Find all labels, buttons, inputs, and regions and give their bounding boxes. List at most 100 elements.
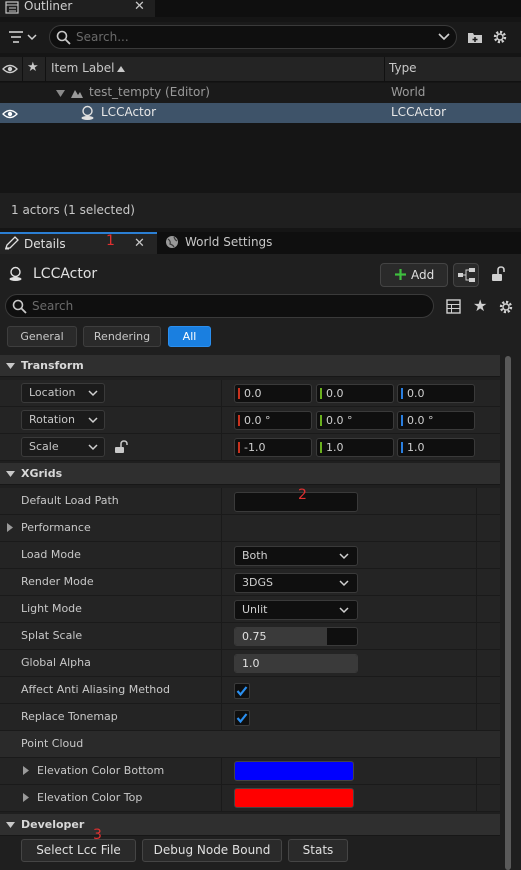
select-lcc-file-button[interactable]: Select Lcc File (21, 839, 136, 862)
visibility-eye-icon[interactable] (2, 108, 18, 120)
details-tab-bar: Details ✕ World Settings (0, 232, 521, 254)
close-icon[interactable]: ✕ (134, 0, 145, 14)
section-title: XGrids (21, 467, 63, 480)
annotation-marker-2: 2 (298, 487, 307, 503)
rotation-x-field[interactable]: 0.0 ° (234, 411, 312, 430)
global-alpha-slider[interactable]: 1.0 (234, 654, 358, 673)
chevron-down-icon (339, 580, 349, 587)
scale-z-field[interactable]: 1.0 (397, 438, 475, 457)
table-view-icon[interactable] (446, 299, 461, 314)
tab-details[interactable]: Details ✕ (0, 232, 157, 254)
scale-x-field[interactable]: -1.0 (234, 438, 312, 457)
filter-icon[interactable] (7, 29, 37, 45)
pencil-icon (4, 236, 19, 250)
section-xgrids[interactable]: XGrids (0, 463, 500, 485)
chevron-down-icon[interactable] (438, 33, 450, 41)
pin-star-icon[interactable]: ★ (27, 60, 39, 75)
outliner-column-header: ★ Item Label Type (0, 57, 521, 82)
location-dropdown[interactable]: Location (21, 383, 105, 403)
world-icon (70, 87, 84, 99)
gear-icon[interactable] (498, 299, 514, 315)
scale-dropdown[interactable]: Scale (21, 437, 105, 457)
stats-button[interactable]: Stats (288, 839, 348, 862)
tab-outliner-label: Outliner (24, 0, 73, 13)
property-location: Location 0.0 0.0 0.0 (0, 380, 500, 407)
render-mode-dropdown[interactable]: 3DGS (234, 573, 358, 593)
favorite-star-icon[interactable]: ★ (473, 296, 487, 315)
debug-node-bound-button[interactable]: Debug Node Bound (142, 839, 282, 862)
tab-world-settings[interactable]: World Settings (160, 232, 290, 254)
outliner-row-lccactor[interactable]: LCCActor LCCActor (0, 103, 521, 123)
elevation-bottom-color-swatch[interactable] (234, 761, 354, 781)
sort-ascending-icon (117, 66, 125, 72)
rotation-dropdown[interactable]: Rotation (21, 410, 105, 430)
tab-world-settings-label: World Settings (185, 235, 273, 249)
property-affect-anti-aliasing: Affect Anti Aliasing Method (0, 677, 500, 704)
scale-y-field[interactable]: 1.0 (316, 438, 394, 457)
section-transform[interactable]: Transform (0, 355, 500, 377)
chevron-down-icon (339, 607, 349, 614)
tab-outliner[interactable]: Outliner ✕ (0, 0, 155, 17)
filter-general-button[interactable]: General (7, 326, 77, 347)
column-item-label[interactable]: Item Label (51, 61, 115, 75)
property-scale: Scale -1.0 1.0 1.0 (0, 434, 500, 461)
outliner-row-world[interactable]: test_tempty (Editor) World (0, 83, 521, 103)
affect-aa-checkbox[interactable] (234, 683, 250, 699)
property-performance[interactable]: Performance (0, 515, 500, 542)
scrollbar-thumb[interactable] (505, 356, 511, 870)
expand-arrow-icon[interactable] (23, 793, 29, 802)
filter-all-button[interactable]: All (168, 326, 211, 347)
add-component-button[interactable]: Add (380, 263, 448, 287)
chevron-down-icon (339, 553, 349, 560)
expand-arrow-icon (6, 822, 15, 828)
rotation-y-field[interactable]: 0.0 ° (316, 411, 394, 430)
annotation-marker-3: 3 (93, 827, 102, 843)
blueprint-hierarchy-icon (458, 268, 475, 282)
add-button-label: Add (411, 268, 435, 282)
load-mode-dropdown[interactable]: Both (234, 546, 358, 566)
tab-details-label: Details (24, 237, 66, 251)
section-title: Developer (21, 818, 85, 831)
replace-tonemap-checkbox[interactable] (234, 710, 250, 726)
elevation-top-color-swatch[interactable] (234, 788, 354, 808)
location-x-field[interactable]: 0.0 (234, 384, 312, 403)
expand-arrow-icon[interactable] (23, 766, 29, 775)
visibility-eye-icon[interactable] (2, 63, 18, 75)
default-load-path-input[interactable] (234, 492, 358, 512)
search-icon (12, 299, 27, 314)
expand-arrow-icon (7, 523, 13, 532)
collapse-arrow-icon[interactable] (56, 90, 65, 97)
close-icon[interactable]: ✕ (134, 236, 145, 251)
actor-icon (80, 105, 95, 121)
search-icon (56, 30, 71, 45)
lock-open-icon[interactable] (490, 266, 506, 282)
gear-icon[interactable] (492, 29, 508, 45)
property-light-mode: Light Mode Unlit (0, 596, 500, 623)
details-scrollbar[interactable] (505, 356, 511, 870)
splat-scale-slider[interactable]: 0.75 (234, 627, 358, 646)
property-default-load-path: Default Load Path (0, 488, 500, 515)
column-type[interactable]: Type (389, 61, 417, 75)
actor-count-status: 1 actors (1 selected) (11, 203, 135, 217)
search-placeholder: Search (32, 299, 74, 313)
outliner-icon (5, 1, 19, 14)
details-search-input[interactable]: Search (5, 294, 434, 318)
rotation-z-field[interactable]: 0.0 ° (397, 411, 475, 430)
row-type: LCCActor (391, 105, 447, 119)
expand-arrow-icon (6, 471, 15, 477)
filter-rendering-button[interactable]: Rendering (83, 326, 161, 347)
property-elevation-color-top: Elevation Color Top (0, 785, 500, 812)
outliner-search-input[interactable]: Search... (49, 25, 457, 49)
section-developer[interactable]: Developer (0, 814, 500, 836)
outliner-status-bar: 1 actors (1 selected) (0, 193, 521, 228)
checkmark-icon (236, 713, 248, 724)
blueprint-button[interactable] (453, 263, 479, 287)
add-folder-icon[interactable] (467, 30, 483, 44)
light-mode-dropdown[interactable]: Unlit (234, 600, 358, 620)
section-point-cloud[interactable]: Point Cloud (0, 731, 500, 758)
location-y-field[interactable]: 0.0 (316, 384, 394, 403)
lock-open-icon[interactable] (114, 440, 128, 454)
location-z-field[interactable]: 0.0 (397, 384, 475, 403)
section-title: Transform (21, 359, 84, 372)
property-rotation: Rotation 0.0 ° 0.0 ° 0.0 ° (0, 407, 500, 434)
